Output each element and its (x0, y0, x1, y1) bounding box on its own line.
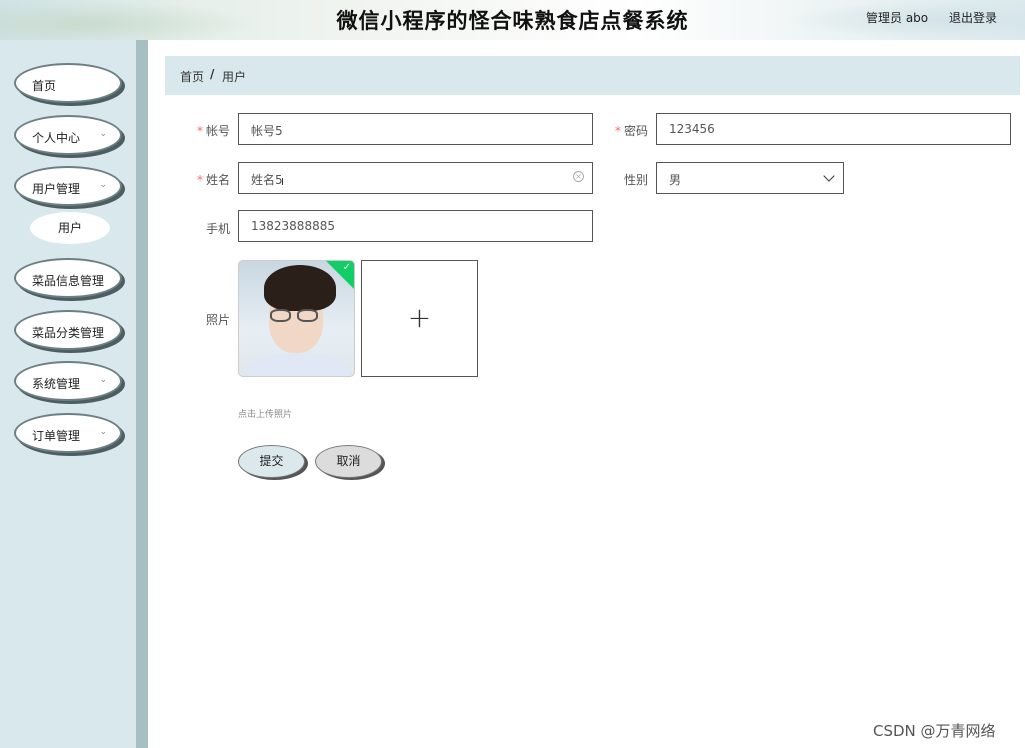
gender-label: 性别 (608, 171, 648, 188)
name-label-text: 姓名 (205, 173, 230, 187)
sidebar-item-dish-category[interactable]: 菜品分类管理 (14, 310, 122, 350)
photo-label-text: 照片 (205, 313, 230, 327)
cancel-button[interactable]: 取消 (315, 445, 382, 478)
chevron-down-icon: ⌄ (99, 180, 107, 190)
phone-label-text: 手机 (205, 222, 230, 236)
sidebar-item-label: 个人中心 (32, 131, 81, 145)
sidebar-item-label: 系统管理 (32, 377, 81, 391)
account-value: 帐号5 (251, 124, 283, 138)
required-mark: * (614, 124, 621, 138)
sidebar-item-system[interactable]: 系统管理 ⌄ (14, 361, 122, 401)
sidebar-subitem-users[interactable]: 用户 (30, 212, 110, 244)
phone-input[interactable]: 13823888885 (238, 210, 593, 242)
password-label: * 密码 (608, 122, 648, 139)
chevron-down-icon: ⌄ (99, 427, 107, 437)
account-label: * 帐号 (190, 122, 230, 139)
phone-value: 13823888885 (251, 219, 335, 233)
sidebar-item-personal-center[interactable]: 个人中心 ⌄ (14, 115, 122, 155)
sidebar-divider (136, 40, 148, 748)
name-label: * 姓名 (190, 171, 230, 188)
account-label-text: 帐号 (205, 124, 230, 138)
password-label-text: 密码 (623, 124, 648, 138)
password-value: 123456 (669, 122, 715, 136)
sidebar-item-orders[interactable]: 订单管理 ⌄ (14, 413, 122, 453)
password-input[interactable]: 123456 (656, 113, 1011, 145)
phone-label: 手机 (190, 220, 230, 237)
check-icon: ✓ (342, 262, 351, 273)
chevron-down-icon: ⌄ (99, 375, 107, 385)
admin-username: 管理员 abo (866, 11, 929, 25)
clear-icon[interactable]: × (573, 171, 584, 182)
chevron-down-icon (823, 170, 835, 182)
sidebar-item-label: 用户管理 (32, 182, 81, 196)
sidebar-item-label: 订单管理 (32, 429, 81, 443)
sidebar-item-label: 首页 (32, 79, 57, 93)
sidebar-item-user-management[interactable]: 用户管理 ⌄ (14, 166, 122, 206)
logout-link[interactable]: 退出登录 (949, 9, 997, 26)
account-input[interactable]: 帐号5 (238, 113, 593, 145)
uploaded-photo-thumbnail[interactable]: ✓ (238, 260, 355, 377)
gender-select[interactable]: 男 (656, 162, 844, 194)
breadcrumb-home[interactable]: 首页 (180, 68, 204, 85)
text-cursor-icon: I (281, 177, 284, 188)
required-mark: * (196, 173, 203, 187)
sidebar-item-dish-info[interactable]: 菜品信息管理 (14, 258, 122, 298)
top-header: 微信小程序的怪合味熟食店点餐系统 管理员 abo 退出登录 (0, 0, 1025, 40)
name-input[interactable]: 姓名5 I × (238, 162, 593, 194)
name-value: 姓名5 (251, 173, 283, 187)
watermark: CSDN @万青网络 (873, 722, 996, 740)
photo-glasses (270, 309, 322, 323)
plus-icon: + (407, 301, 432, 334)
sidebar-item-label: 菜品信息管理 (32, 274, 105, 288)
photo-shirt (249, 353, 349, 376)
gender-label-text: 性别 (623, 173, 648, 187)
photo-label: 照片 (190, 311, 230, 328)
gender-value: 男 (669, 173, 682, 187)
upload-hint: 点击上传照片 (238, 410, 293, 420)
upload-photo-button[interactable]: + (361, 260, 478, 377)
photo-hair (264, 265, 336, 311)
chevron-down-icon: ⌄ (99, 129, 107, 139)
sidebar-item-label: 菜品分类管理 (32, 326, 105, 340)
breadcrumb-separator: / (210, 67, 215, 81)
breadcrumb: 首页 / 用户 (165, 56, 1020, 95)
submit-button[interactable]: 提交 (238, 445, 305, 478)
breadcrumb-current: 用户 (222, 70, 247, 84)
required-mark: * (196, 124, 203, 138)
sidebar-item-home[interactable]: 首页 (14, 63, 122, 103)
